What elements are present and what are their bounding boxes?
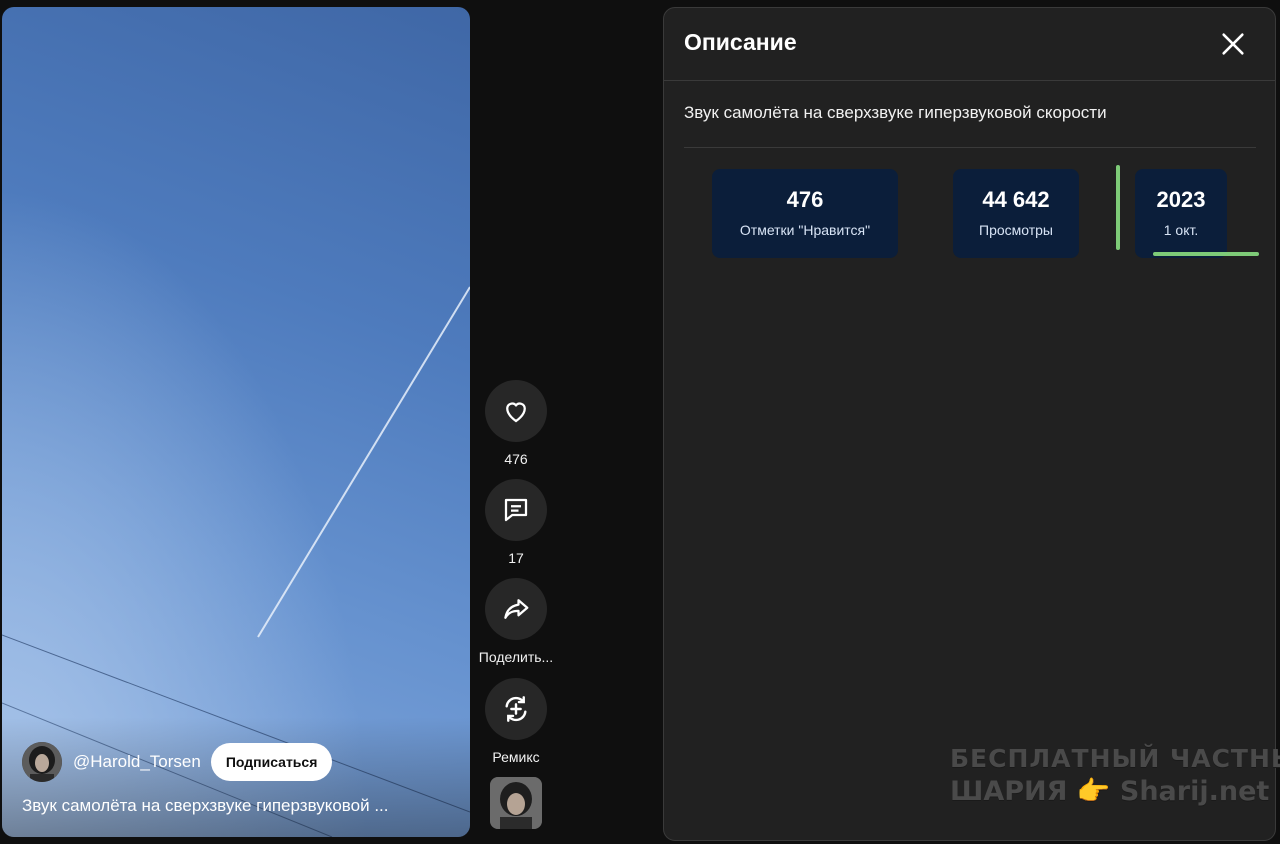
annotation-mark-horizontal — [1153, 252, 1259, 256]
watermark-line2: ШАРИЯ 👉 Sharij.net — [950, 775, 1269, 807]
views-stat-value: 44 642 — [982, 187, 1050, 212]
pointing-hand-icon: 👉 — [1076, 776, 1111, 807]
panel-header: Описание — [664, 8, 1275, 81]
share-action: Поделить... — [476, 578, 556, 665]
sky-contrail-image — [2, 286, 470, 837]
close-icon — [1222, 33, 1244, 55]
close-button[interactable] — [1219, 30, 1247, 58]
remix-button[interactable] — [485, 678, 547, 740]
likes-stat-caption: Отметки "Нравится" — [739, 222, 871, 238]
comment-action: 17 — [476, 479, 556, 566]
date-stat-year: 2023 — [1156, 187, 1206, 212]
remix-label: Ремикс — [492, 749, 540, 765]
like-count: 476 — [504, 451, 528, 467]
share-button[interactable] — [485, 578, 547, 640]
likes-stat: 476 Отметки "Нравится" — [712, 169, 898, 258]
sound-thumbnail[interactable] — [490, 777, 542, 829]
panel-title: Описание — [684, 29, 797, 55]
watermark-site: Sharij.net — [1119, 776, 1270, 807]
remix-icon — [505, 696, 527, 722]
comment-icon — [504, 498, 528, 522]
like-action: 476 — [476, 380, 556, 467]
divider — [684, 147, 1256, 148]
watermark-line1: БЕСПЛАТНЫЙ ЧАСТНЫЙ — [950, 744, 1280, 773]
likes-stat-value: 476 — [786, 187, 824, 212]
watermark: БЕСПЛАТНЫЙ ЧАСТНЫЙ ШАРИЯ 👉 Sharij.net — [950, 744, 1280, 807]
channel-avatar[interactable] — [22, 742, 62, 782]
watermark-name: ШАРИЯ — [950, 776, 1068, 807]
channel-row: @Harold_Torsen Подписаться — [22, 742, 333, 782]
video-player[interactable]: @Harold_Torsen Подписаться Звук самолёта… — [2, 7, 470, 837]
heart-icon — [506, 402, 526, 423]
share-label: Поделить... — [478, 649, 554, 665]
comment-button[interactable] — [485, 479, 547, 541]
annotation-mark-vertical — [1116, 165, 1120, 250]
subscribe-button[interactable]: Подписаться — [210, 743, 333, 781]
video-title[interactable]: Звук самолёта на сверхзвуке гиперзвуково… — [22, 796, 442, 816]
share-arrow-icon — [504, 599, 529, 619]
views-stat-caption: Просмотры — [979, 222, 1053, 238]
channel-name[interactable]: @Harold_Torsen — [73, 752, 201, 772]
views-stat: 44 642 Просмотры — [953, 169, 1079, 258]
date-stat: 2023 1 окт. — [1135, 169, 1227, 258]
description-panel: Описание Звук самолёта на сверхзвуке гип… — [663, 7, 1276, 841]
full-description: Звук самолёта на сверхзвуке гиперзвуково… — [684, 103, 1107, 122]
remix-action: Ремикс — [476, 678, 556, 765]
comment-count: 17 — [508, 550, 524, 566]
date-stat-day: 1 окт. — [1163, 222, 1199, 238]
like-button[interactable] — [485, 380, 547, 442]
